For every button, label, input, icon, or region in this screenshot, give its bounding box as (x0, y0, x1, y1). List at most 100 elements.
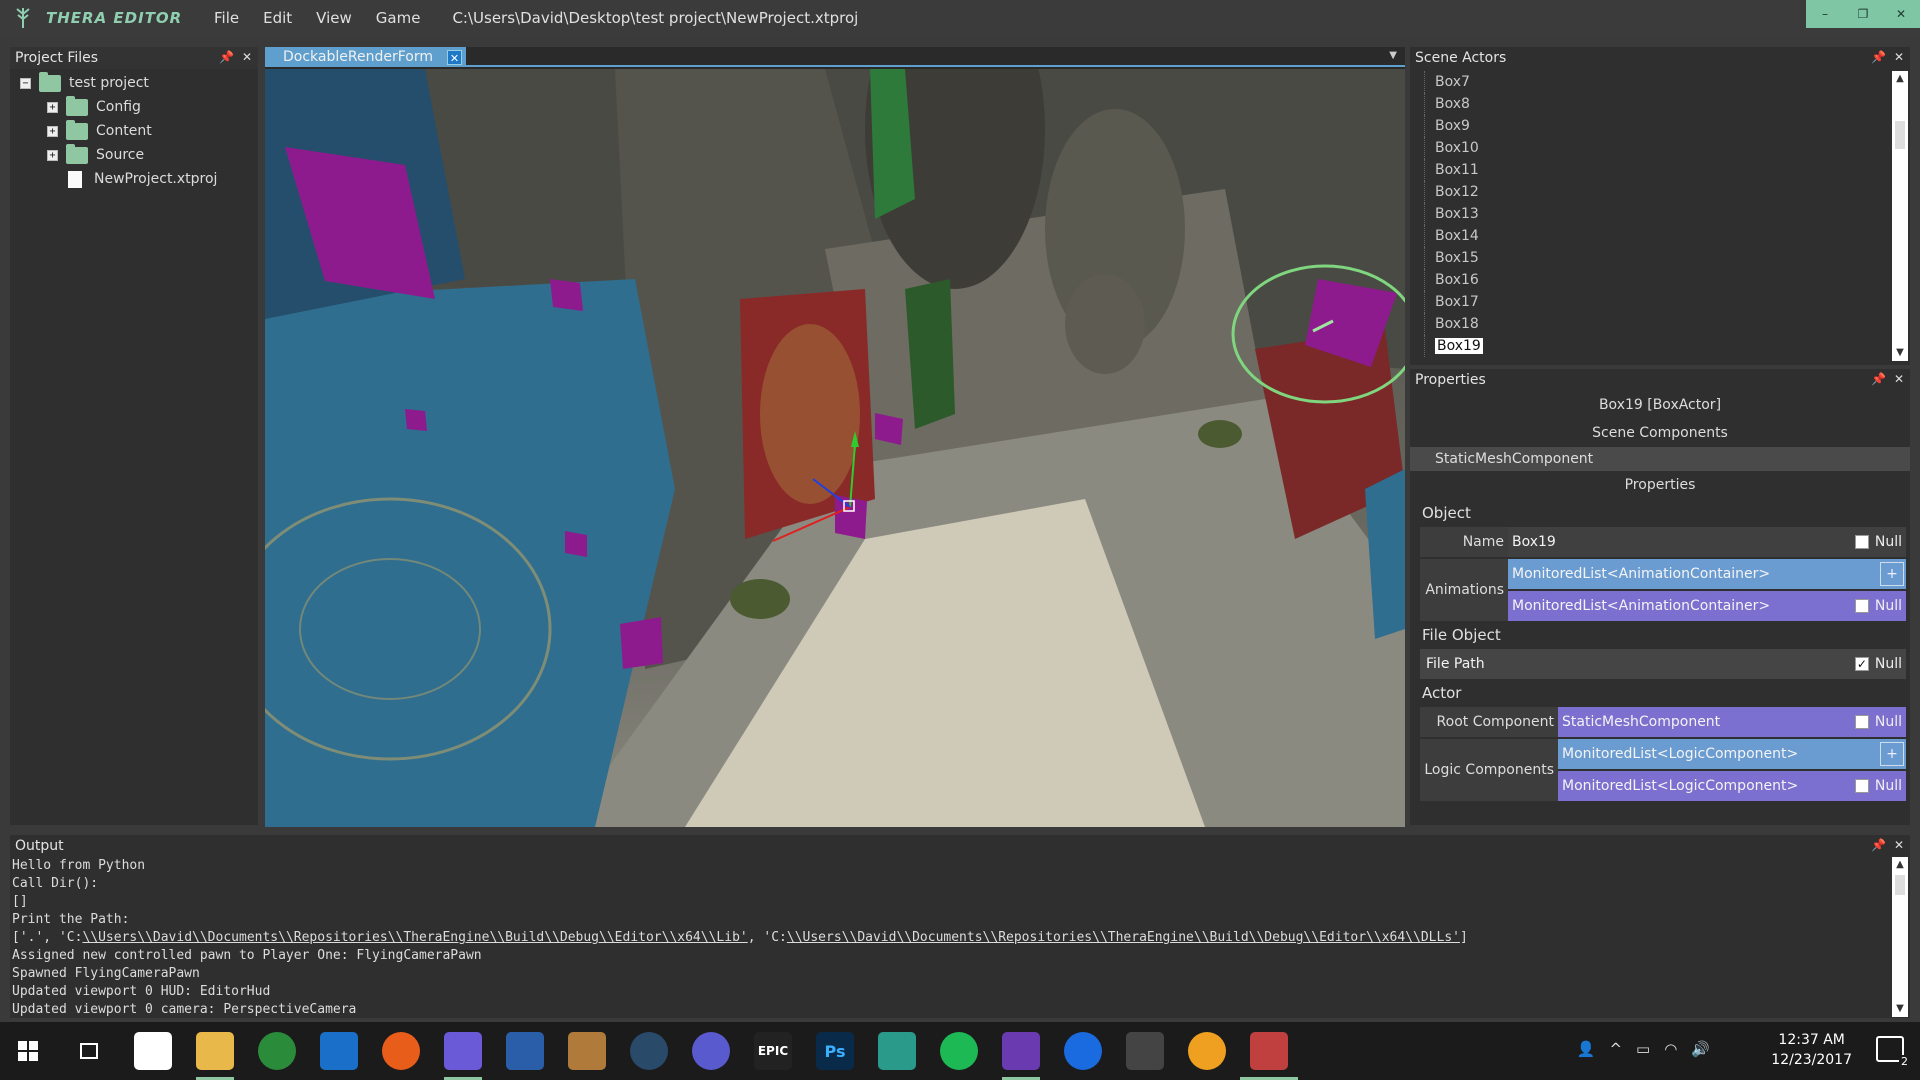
tab-close-icon[interactable]: ✕ (446, 49, 462, 65)
output-log[interactable]: Hello from Python Call Dir(): [] Print the … (12, 857, 1882, 1019)
close-icon[interactable]: ✕ (1894, 50, 1904, 64)
add-item-button[interactable]: + (1880, 742, 1904, 766)
actor-item[interactable]: Box11 (1424, 159, 1884, 181)
windows-start-icon[interactable] (18, 1041, 38, 1061)
app-icon[interactable] (692, 1032, 730, 1070)
null-checkbox[interactable] (1854, 715, 1869, 729)
menu-game[interactable]: Game (364, 9, 433, 27)
output-scrollbar[interactable]: ▲ ▼ (1892, 857, 1908, 1017)
tree-item-content[interactable]: + Content (10, 119, 258, 143)
null-toggle[interactable]: Null (1854, 778, 1902, 794)
volume-icon[interactable]: 🔊 (1691, 1040, 1710, 1058)
close-window-button[interactable]: ✕ (1882, 0, 1920, 28)
minimize-button[interactable]: – (1806, 0, 1844, 28)
discord-icon[interactable] (444, 1032, 482, 1070)
path-link[interactable]: \\Users\\David\\Documents\\Repositories\… (82, 930, 747, 945)
logic-components-list-item[interactable]: MonitoredList<LogicComponent> Null (1558, 771, 1906, 801)
maps-icon[interactable] (1064, 1032, 1102, 1070)
menu-edit[interactable]: Edit (251, 9, 304, 27)
add-item-button[interactable]: + (1880, 562, 1904, 586)
maximize-button[interactable]: ❐ (1844, 0, 1882, 28)
actor-item-selected[interactable]: Box19 (1424, 335, 1884, 357)
action-center-icon[interactable]: 2 (1876, 1036, 1910, 1068)
game-icon[interactable] (568, 1032, 606, 1070)
null-toggle[interactable]: Null (1854, 598, 1902, 614)
dolphin-icon[interactable] (506, 1032, 544, 1070)
firefox-icon[interactable] (382, 1032, 420, 1070)
file-path-field[interactable]: File Path ✓ Null (1420, 649, 1906, 679)
chrome-icon[interactable] (258, 1032, 296, 1070)
fl-studio-icon[interactable] (1188, 1032, 1226, 1070)
xna-icon[interactable] (1126, 1032, 1164, 1070)
task-view-icon[interactable] (78, 1041, 100, 1061)
collapse-icon[interactable]: − (20, 77, 31, 89)
mail-icon[interactable] (134, 1032, 172, 1070)
actor-item[interactable]: Box9 (1424, 115, 1884, 137)
wifi-icon[interactable]: ◠ (1664, 1040, 1677, 1058)
actor-item[interactable]: Box14 (1424, 225, 1884, 247)
scroll-up-icon[interactable]: ▲ (1892, 71, 1908, 87)
path-link[interactable]: \\Users\\David\\Documents\\Repositories\… (787, 930, 1460, 945)
box-actor[interactable] (550, 279, 583, 311)
pin-icon[interactable]: 📌 (219, 50, 234, 64)
animations-list-field[interactable]: MonitoredList<AnimationContainer> + (1508, 559, 1906, 589)
photoshop-icon[interactable]: Ps (816, 1032, 854, 1070)
epic-games-icon[interactable]: EPIC (754, 1032, 792, 1070)
actor-item[interactable]: Box16 (1424, 269, 1884, 291)
tab-dockable-render-form[interactable]: DockableRenderForm ✕ (265, 47, 466, 67)
actor-list-scrollbar[interactable]: ▲ ▼ (1892, 71, 1908, 361)
null-toggle[interactable]: Null (1854, 714, 1902, 730)
null-checkbox[interactable] (1854, 535, 1869, 549)
file-explorer-icon[interactable] (196, 1032, 234, 1070)
box-actor[interactable] (405, 409, 427, 431)
scroll-down-icon[interactable]: ▼ (1892, 1001, 1908, 1017)
tree-item-config[interactable]: + Config (10, 95, 258, 119)
animations-list-item[interactable]: MonitoredList<AnimationContainer> Null (1508, 591, 1906, 621)
edge-icon[interactable] (320, 1032, 358, 1070)
actor-item[interactable]: Box10 (1424, 137, 1884, 159)
pin-icon[interactable]: 📌 (1871, 372, 1886, 386)
spotify-icon[interactable] (940, 1032, 978, 1070)
box-actor[interactable] (620, 617, 663, 669)
close-icon[interactable]: ✕ (242, 50, 252, 64)
tree-item-source[interactable]: + Source (10, 143, 258, 167)
scroll-down-icon[interactable]: ▼ (1892, 345, 1908, 361)
expand-icon[interactable]: + (47, 149, 58, 161)
visual-studio-icon[interactable] (1002, 1032, 1040, 1070)
chevron-up-icon[interactable]: ^ (1609, 1040, 1622, 1058)
actor-item[interactable]: Box17 (1424, 291, 1884, 313)
name-field[interactable]: Box19 Null (1508, 527, 1906, 557)
actor-item[interactable]: Box13 (1424, 203, 1884, 225)
component-item[interactable]: StaticMeshComponent (1410, 447, 1910, 471)
pin-icon[interactable]: 📌 (1871, 838, 1886, 852)
menu-view[interactable]: View (304, 9, 364, 27)
people-icon[interactable]: 👤 (1577, 1040, 1596, 1058)
scroll-thumb[interactable] (1895, 875, 1905, 895)
null-checkbox[interactable] (1854, 779, 1869, 793)
thera-editor-taskbar-icon[interactable] (1250, 1032, 1288, 1070)
battery-icon[interactable]: ▭ (1636, 1040, 1650, 1058)
scroll-up-icon[interactable]: ▲ (1892, 857, 1908, 873)
tree-item-test-project[interactable]: − test project (10, 71, 258, 95)
3ds-max-icon[interactable] (878, 1032, 916, 1070)
box-actor[interactable] (565, 531, 587, 557)
tab-list-dropdown-icon[interactable]: ▼ (1389, 50, 1397, 61)
root-component-field[interactable]: StaticMeshComponent Null (1558, 707, 1906, 737)
null-toggle[interactable]: Null (1854, 534, 1902, 550)
tree-item-project-file[interactable]: NewProject.xtproj (10, 167, 258, 191)
pin-icon[interactable]: 📌 (1871, 50, 1886, 64)
menu-file[interactable]: File (202, 9, 251, 27)
null-toggle[interactable]: ✓ Null (1854, 656, 1902, 672)
logic-components-list-field[interactable]: MonitoredList<LogicComponent> + (1558, 739, 1906, 769)
expand-icon[interactable]: + (47, 101, 58, 113)
actor-item[interactable]: Box7 (1424, 71, 1884, 93)
close-icon[interactable]: ✕ (1894, 372, 1904, 386)
actor-item[interactable]: Box8 (1424, 93, 1884, 115)
expand-icon[interactable]: + (47, 125, 58, 137)
scroll-thumb[interactable] (1895, 121, 1905, 149)
actor-item[interactable]: Box15 (1424, 247, 1884, 269)
close-icon[interactable]: ✕ (1894, 838, 1904, 852)
actor-item[interactable]: Box18 (1424, 313, 1884, 335)
steam-icon[interactable] (630, 1032, 668, 1070)
actor-item[interactable]: Box12 (1424, 181, 1884, 203)
